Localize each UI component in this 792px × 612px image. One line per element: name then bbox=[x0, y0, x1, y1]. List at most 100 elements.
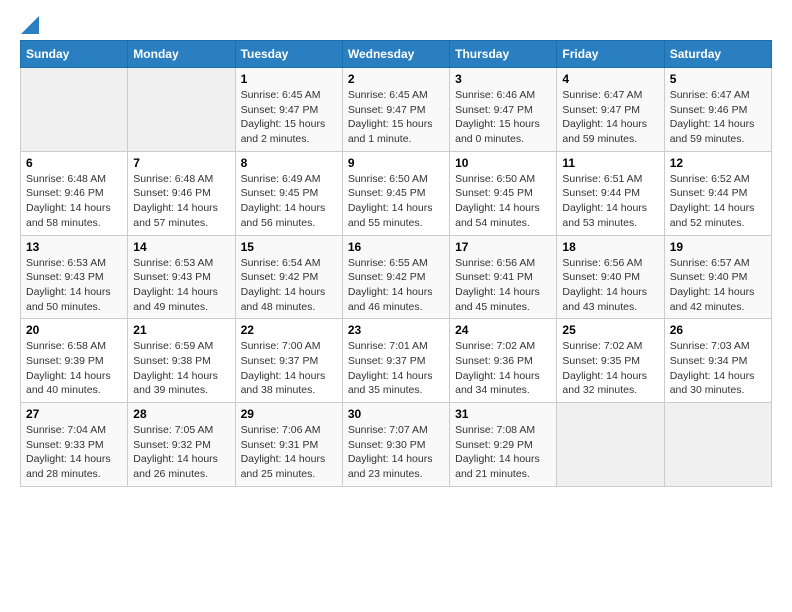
day-number: 23 bbox=[348, 323, 444, 337]
calendar-cell: 20 Sunrise: 6:58 AM Sunset: 9:39 PM Dayli… bbox=[21, 319, 128, 403]
calendar-cell: 8 Sunrise: 6:49 AM Sunset: 9:45 PM Daylig… bbox=[235, 151, 342, 235]
calendar-cell: 16Sunrise: 6:55 AM Sunset: 9:42 PM Dayli… bbox=[342, 235, 449, 319]
calendar-table: SundayMondayTuesdayWednesdayThursdayFrid… bbox=[20, 40, 772, 487]
day-number: 29 bbox=[241, 407, 337, 421]
day-number: 26 bbox=[670, 323, 766, 337]
calendar-week-row: 1 Sunrise: 6:45 AM Sunset: 9:47 PM Daylig… bbox=[21, 68, 772, 152]
calendar-cell: 3 Sunrise: 6:46 AM Sunset: 9:47 PM Daylig… bbox=[450, 68, 557, 152]
calendar-week-row: 13Sunrise: 6:53 AM Sunset: 9:43 PM Dayli… bbox=[21, 235, 772, 319]
day-info: Sunrise: 6:49 AM Sunset: 9:45 PM Dayligh… bbox=[241, 172, 337, 231]
calendar-cell: 19 Sunrise: 6:57 AM Sunset: 9:40 PM Dayli… bbox=[664, 235, 771, 319]
day-number: 11 bbox=[562, 156, 658, 170]
day-info: Sunrise: 7:01 AM Sunset: 9:37 PM Dayligh… bbox=[348, 339, 444, 398]
day-info: Sunrise: 6:51 AM Sunset: 9:44 PM Dayligh… bbox=[562, 172, 658, 231]
day-info: Sunrise: 7:03 AM Sunset: 9:34 PM Dayligh… bbox=[670, 339, 766, 398]
calendar-cell: 23 Sunrise: 7:01 AM Sunset: 9:37 PM Dayli… bbox=[342, 319, 449, 403]
day-number: 8 bbox=[241, 156, 337, 170]
day-info: Sunrise: 6:48 AM Sunset: 9:46 PM Dayligh… bbox=[133, 172, 229, 231]
day-info: Sunrise: 6:56 AM Sunset: 9:41 PM Dayligh… bbox=[455, 256, 551, 315]
weekday-header-cell: Monday bbox=[128, 41, 235, 68]
day-number: 22 bbox=[241, 323, 337, 337]
weekday-header-cell: Friday bbox=[557, 41, 664, 68]
day-info: Sunrise: 7:02 AM Sunset: 9:36 PM Dayligh… bbox=[455, 339, 551, 398]
day-number: 2 bbox=[348, 72, 444, 86]
day-number: 15 bbox=[241, 240, 337, 254]
calendar-cell: 27 Sunrise: 7:04 AM Sunset: 9:33 PM Dayli… bbox=[21, 403, 128, 487]
calendar-cell: 1 Sunrise: 6:45 AM Sunset: 9:47 PM Daylig… bbox=[235, 68, 342, 152]
calendar-cell bbox=[664, 403, 771, 487]
calendar-cell: 15 Sunrise: 6:54 AM Sunset: 9:42 PM Dayli… bbox=[235, 235, 342, 319]
day-number: 25 bbox=[562, 323, 658, 337]
day-number: 7 bbox=[133, 156, 229, 170]
day-number: 21 bbox=[133, 323, 229, 337]
day-number: 27 bbox=[26, 407, 122, 421]
logo-arrow-icon bbox=[21, 16, 39, 34]
calendar-cell: 13Sunrise: 6:53 AM Sunset: 9:43 PM Dayli… bbox=[21, 235, 128, 319]
weekday-header-cell: Wednesday bbox=[342, 41, 449, 68]
calendar-cell: 25 Sunrise: 7:02 AM Sunset: 9:35 PM Dayli… bbox=[557, 319, 664, 403]
day-number: 20 bbox=[26, 323, 122, 337]
day-number: 14 bbox=[133, 240, 229, 254]
day-info: Sunrise: 7:04 AM Sunset: 9:33 PM Dayligh… bbox=[26, 423, 122, 482]
calendar-cell: 9 Sunrise: 6:50 AM Sunset: 9:45 PM Daylig… bbox=[342, 151, 449, 235]
day-info: Sunrise: 6:47 AM Sunset: 9:47 PM Dayligh… bbox=[562, 88, 658, 147]
day-info: Sunrise: 6:57 AM Sunset: 9:40 PM Dayligh… bbox=[670, 256, 766, 315]
day-number: 24 bbox=[455, 323, 551, 337]
day-number: 19 bbox=[670, 240, 766, 254]
calendar-week-row: 27 Sunrise: 7:04 AM Sunset: 9:33 PM Dayli… bbox=[21, 403, 772, 487]
day-info: Sunrise: 6:46 AM Sunset: 9:47 PM Dayligh… bbox=[455, 88, 551, 147]
calendar-cell: 5Sunrise: 6:47 AM Sunset: 9:46 PM Daylig… bbox=[664, 68, 771, 152]
day-info: Sunrise: 7:00 AM Sunset: 9:37 PM Dayligh… bbox=[241, 339, 337, 398]
calendar-cell bbox=[128, 68, 235, 152]
day-number: 9 bbox=[348, 156, 444, 170]
day-number: 5 bbox=[670, 72, 766, 86]
calendar-cell: 31 Sunrise: 7:08 AM Sunset: 9:29 PM Dayli… bbox=[450, 403, 557, 487]
calendar-cell: 26 Sunrise: 7:03 AM Sunset: 9:34 PM Dayli… bbox=[664, 319, 771, 403]
day-number: 30 bbox=[348, 407, 444, 421]
day-info: Sunrise: 7:07 AM Sunset: 9:30 PM Dayligh… bbox=[348, 423, 444, 482]
calendar-cell: 14 Sunrise: 6:53 AM Sunset: 9:43 PM Dayli… bbox=[128, 235, 235, 319]
calendar-cell: 22 Sunrise: 7:00 AM Sunset: 9:37 PM Dayli… bbox=[235, 319, 342, 403]
weekday-header-cell: Thursday bbox=[450, 41, 557, 68]
logo bbox=[20, 20, 39, 30]
calendar-cell: 24 Sunrise: 7:02 AM Sunset: 9:36 PM Dayli… bbox=[450, 319, 557, 403]
calendar-cell: 6Sunrise: 6:48 AM Sunset: 9:46 PM Daylig… bbox=[21, 151, 128, 235]
calendar-cell: 21 Sunrise: 6:59 AM Sunset: 9:38 PM Dayli… bbox=[128, 319, 235, 403]
calendar-cell: 29 Sunrise: 7:06 AM Sunset: 9:31 PM Dayli… bbox=[235, 403, 342, 487]
weekday-header-cell: Sunday bbox=[21, 41, 128, 68]
calendar-cell: 10Sunrise: 6:50 AM Sunset: 9:45 PM Dayli… bbox=[450, 151, 557, 235]
day-info: Sunrise: 6:45 AM Sunset: 9:47 PM Dayligh… bbox=[348, 88, 444, 147]
page-header bbox=[20, 20, 772, 30]
day-number: 1 bbox=[241, 72, 337, 86]
day-number: 28 bbox=[133, 407, 229, 421]
calendar-body: 1 Sunrise: 6:45 AM Sunset: 9:47 PM Daylig… bbox=[21, 68, 772, 487]
day-number: 3 bbox=[455, 72, 551, 86]
weekday-header-cell: Tuesday bbox=[235, 41, 342, 68]
day-info: Sunrise: 7:08 AM Sunset: 9:29 PM Dayligh… bbox=[455, 423, 551, 482]
calendar-cell: 11 Sunrise: 6:51 AM Sunset: 9:44 PM Dayli… bbox=[557, 151, 664, 235]
day-info: Sunrise: 6:45 AM Sunset: 9:47 PM Dayligh… bbox=[241, 88, 337, 147]
calendar-cell bbox=[21, 68, 128, 152]
day-info: Sunrise: 6:58 AM Sunset: 9:39 PM Dayligh… bbox=[26, 339, 122, 398]
day-info: Sunrise: 6:53 AM Sunset: 9:43 PM Dayligh… bbox=[133, 256, 229, 315]
day-number: 31 bbox=[455, 407, 551, 421]
calendar-cell: 4Sunrise: 6:47 AM Sunset: 9:47 PM Daylig… bbox=[557, 68, 664, 152]
day-info: Sunrise: 7:06 AM Sunset: 9:31 PM Dayligh… bbox=[241, 423, 337, 482]
day-number: 17 bbox=[455, 240, 551, 254]
day-info: Sunrise: 6:52 AM Sunset: 9:44 PM Dayligh… bbox=[670, 172, 766, 231]
day-number: 10 bbox=[455, 156, 551, 170]
day-number: 16 bbox=[348, 240, 444, 254]
day-info: Sunrise: 7:02 AM Sunset: 9:35 PM Dayligh… bbox=[562, 339, 658, 398]
day-info: Sunrise: 6:54 AM Sunset: 9:42 PM Dayligh… bbox=[241, 256, 337, 315]
day-info: Sunrise: 6:56 AM Sunset: 9:40 PM Dayligh… bbox=[562, 256, 658, 315]
calendar-cell: 2 Sunrise: 6:45 AM Sunset: 9:47 PM Daylig… bbox=[342, 68, 449, 152]
weekday-header-row: SundayMondayTuesdayWednesdayThursdayFrid… bbox=[21, 41, 772, 68]
calendar-cell: 18Sunrise: 6:56 AM Sunset: 9:40 PM Dayli… bbox=[557, 235, 664, 319]
calendar-cell: 28 Sunrise: 7:05 AM Sunset: 9:32 PM Dayli… bbox=[128, 403, 235, 487]
day-info: Sunrise: 6:59 AM Sunset: 9:38 PM Dayligh… bbox=[133, 339, 229, 398]
calendar-cell: 7 Sunrise: 6:48 AM Sunset: 9:46 PM Daylig… bbox=[128, 151, 235, 235]
calendar-cell: 30 Sunrise: 7:07 AM Sunset: 9:30 PM Dayli… bbox=[342, 403, 449, 487]
day-number: 12 bbox=[670, 156, 766, 170]
day-info: Sunrise: 6:50 AM Sunset: 9:45 PM Dayligh… bbox=[348, 172, 444, 231]
day-info: Sunrise: 7:05 AM Sunset: 9:32 PM Dayligh… bbox=[133, 423, 229, 482]
